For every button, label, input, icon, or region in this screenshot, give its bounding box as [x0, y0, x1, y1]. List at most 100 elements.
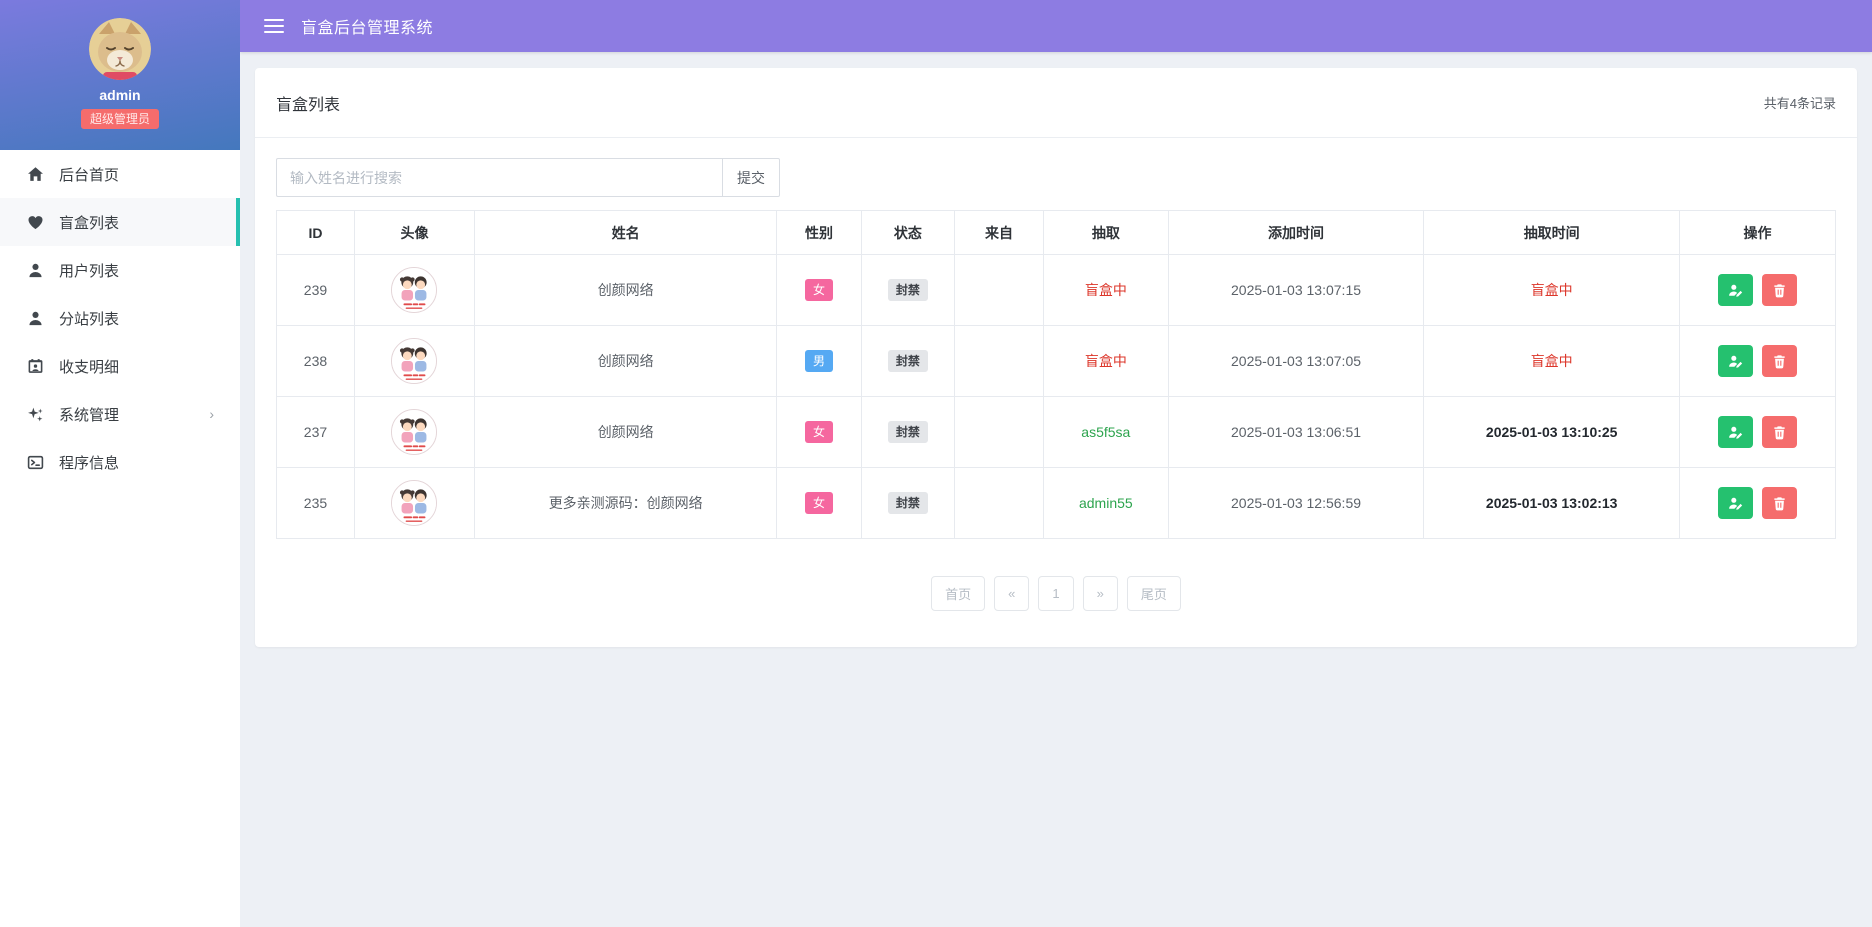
user-edit-icon	[1728, 497, 1742, 510]
next-page-button[interactable]: »	[1082, 576, 1118, 611]
sidebar-item-4[interactable]: 收支明细	[0, 342, 240, 390]
cell-added-time: 2025-01-03 13:06:51	[1167, 396, 1425, 468]
delete-button[interactable]	[1762, 345, 1798, 377]
col-header-gender: 性别	[776, 210, 862, 255]
main-content: 盲盒列表 共有4条记录 提交 ID 头像 姓名 性别	[240, 52, 1872, 927]
blindbox-table: ID 头像 姓名 性别 状态 来自 抽取 添加时间 抽取时间 操作 239 创颜…	[276, 210, 1836, 539]
cell-status: 封禁	[860, 467, 956, 539]
user-edit-icon	[1728, 426, 1742, 439]
cell-draw: admin55	[1042, 467, 1169, 539]
gender-badge: 女	[804, 279, 833, 301]
gender-badge: 女	[804, 492, 833, 514]
pagination: 首页 «1» 尾页	[276, 576, 1836, 611]
cell-actions	[1679, 325, 1836, 397]
search-submit-button[interactable]: 提交	[722, 158, 780, 197]
sidebar: admin 超级管理员 后台首页盲盒列表 用户列表 分站列表收支明细系统管理 › 程序信…	[0, 0, 240, 927]
page-number-button[interactable]: 1	[1038, 576, 1074, 611]
cell-draw-time: 2025-01-03 13:10:25	[1423, 396, 1681, 468]
draw-time-value: 2025-01-03 13:10:25	[1485, 424, 1618, 440]
app-title: 盲盒后台管理系统	[301, 20, 434, 37]
cell-avatar	[353, 396, 475, 468]
couple-avatar-image	[392, 410, 437, 454]
blindbox-list-card: 盲盒列表 共有4条记录 提交 ID 头像 姓名 性别	[255, 68, 1857, 647]
edit-button[interactable]	[1717, 345, 1753, 377]
sidebar-item-label: 收支明细	[59, 358, 120, 376]
sidebar-item-1[interactable]: 盲盒列表	[0, 198, 240, 246]
col-header-draw-time: 抽取时间	[1423, 210, 1681, 255]
cell-actions	[1679, 396, 1836, 468]
table-row: 235 更多亲测源码：创颜网络 女 封禁 admin55 2025-01-03 …	[276, 467, 1836, 539]
prev-page-button[interactable]: «	[994, 576, 1030, 611]
cell-added-time: 2025-01-03 13:07:15	[1167, 254, 1425, 326]
sidebar-item-label: 系统管理	[59, 406, 120, 424]
sidebar-item-label: 后台首页	[59, 166, 120, 184]
col-header-from: 来自	[954, 210, 1044, 255]
sidebar-item-0[interactable]: 后台首页	[0, 150, 240, 198]
cell-actions	[1679, 467, 1836, 539]
cell-status: 封禁	[860, 325, 956, 397]
card-header: 盲盒列表 共有4条记录	[255, 68, 1857, 138]
cell-gender: 男	[776, 325, 862, 397]
last-page-button[interactable]: 尾页	[1126, 576, 1181, 611]
delete-button[interactable]	[1762, 416, 1798, 448]
terminal-icon	[27, 454, 44, 471]
couple-avatar-image	[392, 268, 437, 312]
draw-value: as5f5sa	[1081, 424, 1131, 440]
status-badge: 封禁	[887, 492, 928, 514]
user-edit-icon	[1728, 284, 1742, 297]
col-header-name: 姓名	[473, 210, 778, 255]
edit-button[interactable]	[1717, 416, 1753, 448]
gender-badge: 男	[804, 350, 833, 372]
col-header-id: ID	[276, 210, 355, 255]
role-badge: 超级管理员	[80, 109, 159, 129]
menu-toggle-icon[interactable]	[264, 19, 284, 33]
cell-status: 封禁	[860, 254, 956, 326]
sidebar-item-2[interactable]: 用户列表	[0, 246, 240, 294]
sidebar-item-3[interactable]: 分站列表	[0, 294, 240, 342]
sidebar-item-5[interactable]: 系统管理 ›	[0, 390, 240, 438]
table-row: 239 创颜网络 女 封禁 盲盒中 2025-01-03 13:07:15 盲盒…	[276, 254, 1836, 326]
sidebar-item-label: 程序信息	[59, 454, 120, 472]
cell-name: 创颜网络	[473, 325, 778, 397]
cell-from	[954, 325, 1044, 397]
cell-avatar	[353, 467, 475, 539]
heart-icon	[27, 214, 44, 231]
couple-avatar-image	[392, 339, 437, 383]
profile-username: admin	[99, 87, 141, 103]
cell-gender: 女	[776, 254, 862, 326]
cell-id: 238	[276, 325, 355, 397]
cell-id: 239	[276, 254, 355, 326]
user-icon	[27, 262, 44, 279]
user-icon	[27, 310, 44, 327]
edit-button[interactable]	[1717, 274, 1753, 306]
first-page-button[interactable]: 首页	[931, 576, 986, 611]
row-avatar	[391, 409, 438, 455]
search-input[interactable]	[276, 158, 722, 197]
page-title: 盲盒列表	[276, 96, 341, 114]
cell-draw: as5f5sa	[1042, 396, 1169, 468]
gender-badge: 女	[804, 421, 833, 443]
cell-draw: 盲盒中	[1042, 254, 1169, 326]
sidebar-menu: 后台首页盲盒列表 用户列表 分站列表收支明细系统管理 › 程序信息	[0, 150, 240, 486]
draw-time-value: 盲盒中	[1530, 353, 1573, 369]
sidebar-item-6[interactable]: 程序信息	[0, 438, 240, 486]
cell-from	[954, 254, 1044, 326]
home-icon	[27, 166, 44, 183]
row-avatar	[391, 338, 438, 384]
cell-id: 237	[276, 396, 355, 468]
status-badge: 封禁	[887, 421, 928, 443]
record-count: 共有4条记录	[1763, 96, 1836, 111]
delete-button[interactable]	[1762, 274, 1798, 306]
delete-button[interactable]	[1762, 487, 1798, 519]
edit-button[interactable]	[1717, 487, 1753, 519]
cell-added-time: 2025-01-03 12:56:59	[1167, 467, 1425, 539]
cell-actions	[1679, 254, 1836, 326]
sparkles-icon	[27, 406, 44, 423]
table-header-row: ID 头像 姓名 性别 状态 来自 抽取 添加时间 抽取时间 操作	[276, 210, 1836, 255]
cell-id: 235	[276, 467, 355, 539]
cell-name: 创颜网络	[473, 254, 778, 326]
chevron-right-icon: ›	[209, 406, 214, 422]
user-avatar	[89, 18, 151, 80]
cell-draw: 盲盒中	[1042, 325, 1169, 397]
cell-from	[954, 467, 1044, 539]
